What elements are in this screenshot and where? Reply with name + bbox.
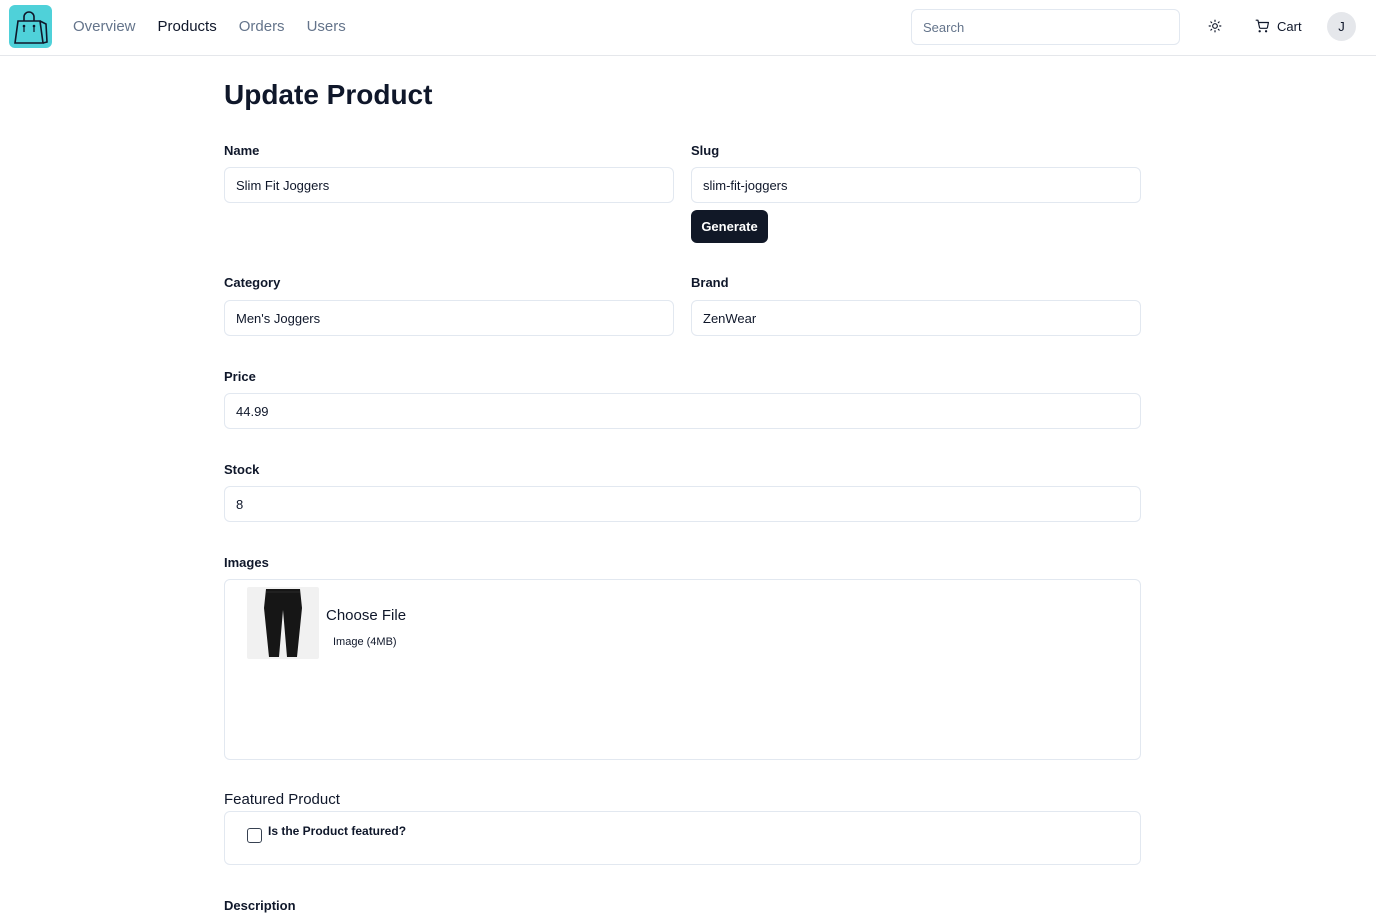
search-input[interactable] — [911, 9, 1180, 45]
top-navbar: Overview Products Orders Users Cart J — [0, 0, 1376, 56]
name-label: Name — [224, 143, 260, 158]
featured-checkbox[interactable] — [247, 828, 262, 843]
stock-input[interactable] — [224, 486, 1141, 522]
featured-checkbox-label[interactable]: Is the Product featured? — [268, 824, 406, 838]
brand-input[interactable] — [691, 300, 1141, 336]
name-input[interactable] — [224, 167, 674, 203]
avatar[interactable]: J — [1327, 12, 1356, 41]
featured-section: Is the Product featured? — [224, 811, 1141, 865]
cart-button[interactable]: Cart — [1249, 12, 1308, 40]
slug-label: Slug — [691, 143, 720, 158]
image-upload-dropzone[interactable]: Choose File Image (4MB) — [224, 579, 1141, 760]
images-label: Images — [224, 555, 269, 570]
cart-label: Cart — [1277, 18, 1302, 34]
main-nav: Overview Products Orders Users — [73, 17, 368, 37]
nav-overview[interactable]: Overview — [73, 17, 136, 37]
price-label: Price — [224, 369, 256, 384]
theme-toggle-button[interactable] — [1201, 12, 1229, 40]
file-size-hint: Image (4MB) — [333, 636, 397, 648]
stock-label: Stock — [224, 462, 260, 477]
nav-users[interactable]: Users — [307, 17, 346, 37]
cart-icon — [1255, 19, 1269, 33]
slug-input[interactable] — [691, 167, 1141, 203]
price-input[interactable] — [224, 393, 1141, 429]
nav-orders[interactable]: Orders — [239, 17, 285, 37]
shopping-bag-icon[interactable] — [9, 5, 52, 48]
featured-section-title: Featured Product — [224, 791, 340, 808]
category-input[interactable] — [224, 300, 674, 336]
joggers-image-icon — [264, 589, 302, 657]
product-image-thumbnail[interactable] — [247, 587, 319, 659]
category-label: Category — [224, 275, 281, 290]
generate-slug-button[interactable]: Generate — [691, 210, 768, 243]
choose-file-button[interactable]: Choose File — [326, 607, 406, 624]
sun-icon — [1208, 19, 1222, 33]
page-title: Update Product — [224, 79, 433, 110]
brand-label: Brand — [691, 275, 729, 290]
nav-products[interactable]: Products — [158, 17, 217, 37]
description-label: Description — [224, 898, 296, 913]
